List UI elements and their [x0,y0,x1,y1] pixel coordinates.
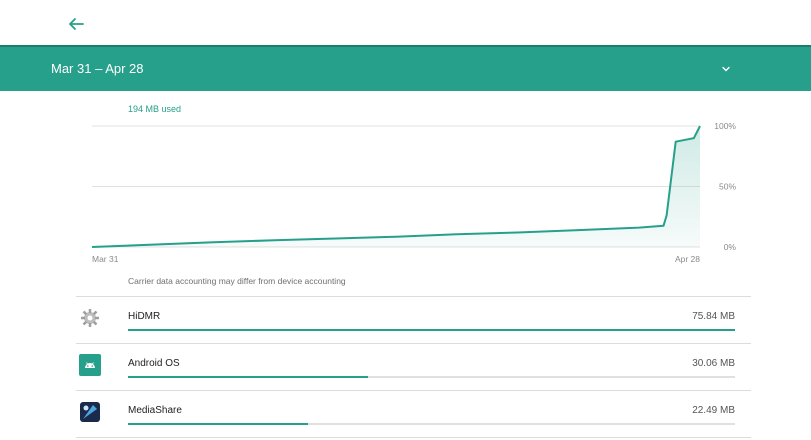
period-selector[interactable]: Mar 31 – Apr 28 [0,45,811,91]
android-icon [79,354,101,376]
top-app-bar [0,0,811,45]
usage-bar-fill [128,423,308,425]
divider [76,437,751,438]
app-name: Android OS [128,358,180,369]
data-usage-chart: 194 MB used 100% 50% 0% Mar 31 Apr 28 Carrie… [0,91,811,291]
x-tick-label: Mar 31 [92,254,119,264]
app-data-size: 22.49 MB [692,405,735,416]
chevron-down-icon [722,66,730,72]
y-tick-label: 0% [724,242,737,252]
app-name: MediaShare [128,405,182,416]
date-range-label: Mar 31 – Apr 28 [51,61,144,76]
app-row[interactable]: Android OS 30.06 MB [76,344,751,390]
y-tick-label: 100% [714,121,736,131]
x-tick-label: Apr 28 [675,254,700,264]
usage-bar-fill [128,329,735,331]
usage-bar-track [128,329,735,331]
period-dropdown-button[interactable] [712,55,740,83]
app-row[interactable]: MediaShare 22.49 MB [76,391,751,437]
gear-icon [79,307,101,329]
usage-bar-fill [128,376,369,378]
y-tick-label: 50% [719,182,736,192]
app-row[interactable]: HiDMR 75.84 MB [76,297,751,343]
usage-bar-track [128,376,735,378]
usage-bar-track [128,423,735,425]
app-name: HiDMR [128,311,161,322]
carrier-note: Carrier data accounting may differ from … [128,276,346,286]
app-data-size: 75.84 MB [692,311,735,322]
usage-chart-svg: 100% 50% 0% Mar 31 Apr 28 [91,121,737,264]
media-share-icon [79,401,101,423]
back-button[interactable] [62,10,90,38]
arrow-left-icon [69,18,84,30]
app-data-size: 30.06 MB [692,358,735,369]
